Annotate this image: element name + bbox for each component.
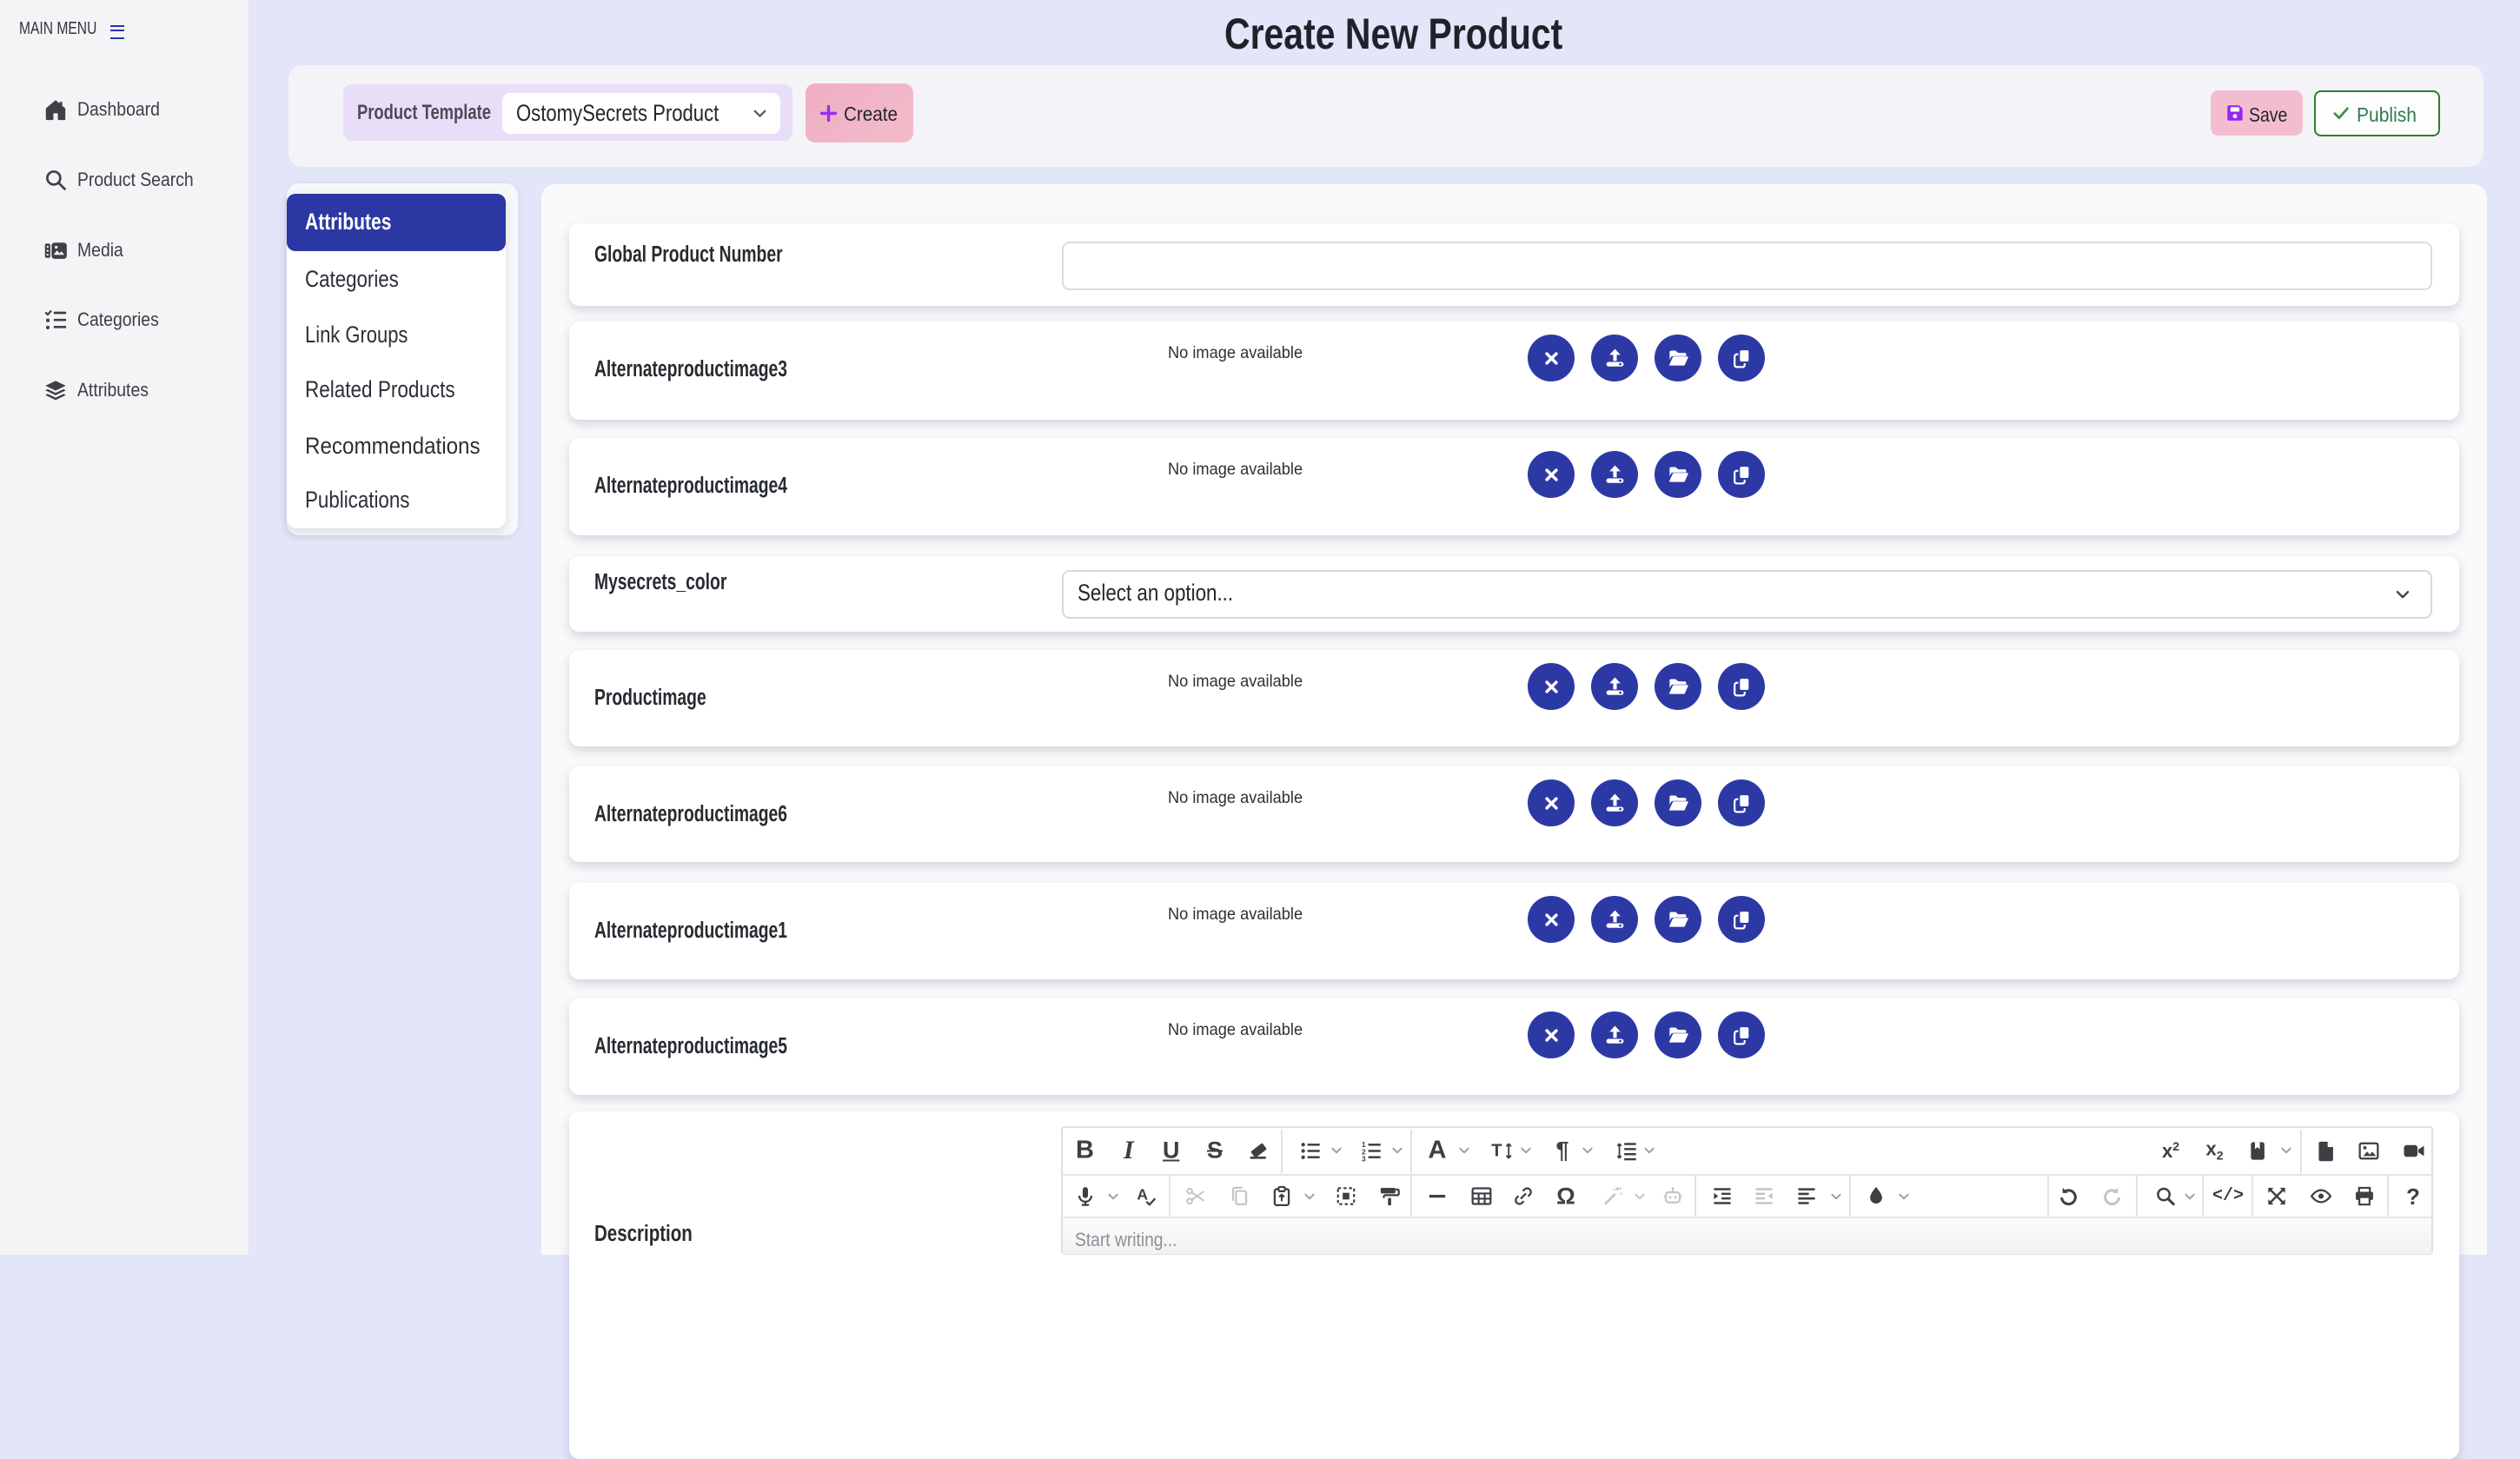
svg-text:A: A (1137, 1185, 1148, 1203)
svg-text:3: 3 (1362, 1154, 1366, 1163)
svg-text:T: T (1491, 1141, 1502, 1160)
